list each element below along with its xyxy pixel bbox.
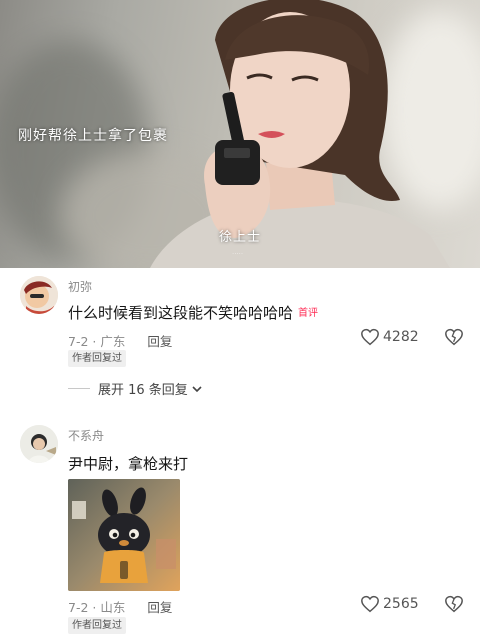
author-replied-chip: 作者回复过 <box>68 350 126 367</box>
comment-text: 尹中尉，拿枪来打 <box>68 455 189 473</box>
like-button[interactable]: 2565 <box>360 595 419 613</box>
reply-button[interactable]: 回复 <box>147 600 172 615</box>
bunny-sticker <box>68 479 180 591</box>
expand-replies-button[interactable]: 展开 16 条回复 <box>68 379 203 398</box>
subtitle-text: 刚好帮徐上士拿了包裹 <box>18 128 168 144</box>
broken-heart-icon <box>445 328 463 346</box>
author-replied-chip: 作者回复过 <box>68 617 126 634</box>
comment-meta: 7-2 · 山东 回复 <box>68 597 172 616</box>
watermark: ..... <box>232 248 244 256</box>
heart-icon <box>361 595 379 613</box>
avatar[interactable] <box>20 425 58 463</box>
like-button[interactable]: 4282 <box>360 328 419 346</box>
avatar[interactable] <box>20 276 58 314</box>
reply-button[interactable]: 回复 <box>147 334 172 349</box>
chevron-down-icon <box>192 385 202 392</box>
video-frame[interactable]: 刚好帮徐上士拿了包裹 徐上士 ..... <box>0 0 480 268</box>
like-count: 4282 <box>383 329 419 345</box>
comment-date-location: 7-2 · 广东 <box>68 334 126 349</box>
comment-username[interactable]: 初弥 <box>68 278 92 295</box>
broken-heart-icon <box>445 595 463 613</box>
comment-username[interactable]: 不系舟 <box>68 427 104 444</box>
sticker-image[interactable] <box>68 479 180 591</box>
heart-icon <box>361 328 379 346</box>
dislike-button[interactable] <box>444 595 464 617</box>
comment-text: 什么时候看到这段能不笑哈哈哈哈 首评 <box>68 302 318 323</box>
first-comment-badge: 首评 <box>298 308 319 319</box>
comment-item: 初弥 什么时候看到这段能不笑哈哈哈哈 首评 7-2 · 广东 回复 作者回复过 42… <box>0 268 480 408</box>
like-count: 2565 <box>383 596 419 612</box>
avatar-image <box>20 276 58 314</box>
comment-date-location: 7-2 · 山东 <box>68 600 126 615</box>
avatar-image <box>20 425 58 463</box>
dislike-button[interactable] <box>444 328 464 350</box>
expand-replies-label: 展开 16 条回复 <box>98 383 188 398</box>
comment-meta: 7-2 · 广东 回复 <box>68 331 172 350</box>
comment-body: 什么时候看到这段能不笑哈哈哈哈 <box>68 304 294 322</box>
speaker-label: 徐上士 <box>219 230 262 245</box>
divider-line <box>68 388 90 389</box>
